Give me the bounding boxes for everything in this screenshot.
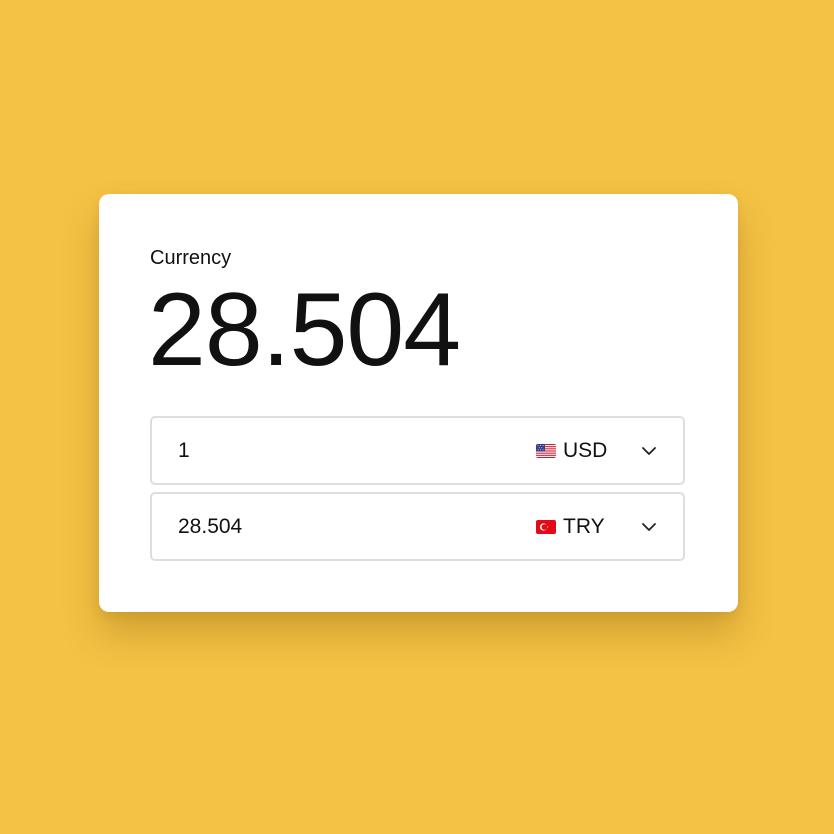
to-currency-code: TRY bbox=[563, 514, 605, 538]
from-currency-row: USD bbox=[150, 416, 685, 485]
currency-card: Currency 28.504 1 USD 28.504 TRY bbox=[99, 194, 738, 612]
from-currency-select[interactable]: USD bbox=[536, 418, 657, 483]
to-amount-input[interactable] bbox=[178, 494, 478, 559]
from-currency-code: USD bbox=[563, 438, 608, 462]
widget-label: Currency bbox=[150, 247, 232, 269]
to-currency-row: TRY bbox=[150, 492, 685, 561]
from-amount-input[interactable] bbox=[178, 418, 478, 483]
to-currency-select[interactable]: TRY bbox=[536, 494, 657, 559]
turkey-flag-icon bbox=[536, 519, 556, 534]
chevron-down-icon bbox=[641, 519, 657, 535]
chevron-down-icon bbox=[641, 443, 657, 459]
us-flag-icon bbox=[536, 443, 556, 458]
conversion-result: 28.504 bbox=[148, 272, 461, 388]
